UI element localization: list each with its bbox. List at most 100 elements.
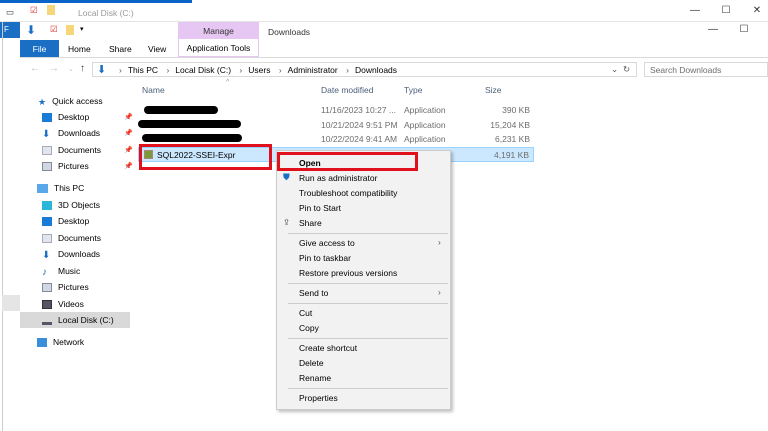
- view-tab[interactable]: View: [148, 40, 166, 54]
- column-type[interactable]: Type: [404, 85, 422, 95]
- nav-quick-pictures[interactable]: Pictures 📌: [42, 158, 133, 174]
- up-button[interactable]: ↑: [80, 63, 85, 74]
- menu-pin-to-taskbar[interactable]: Pin to taskbar: [299, 253, 351, 263]
- downloads-icon: ⬇: [42, 128, 51, 140]
- nav-network[interactable]: Network: [37, 334, 84, 350]
- address-bar[interactable]: ⬇ › This PC › Local Disk (C:) › Users › Admi…: [92, 62, 637, 77]
- file-row[interactable]: 11/16/2023 10:27 ... Application 390 KB: [138, 103, 534, 118]
- file-date: 11/16/2023 10:27 ...: [321, 105, 396, 115]
- background-file-tab[interactable]: F: [0, 22, 20, 38]
- menu-separator: [288, 283, 448, 284]
- background-minimize-button[interactable]: —: [680, 5, 710, 16]
- nav-desktop[interactable]: Desktop: [42, 213, 89, 229]
- nav-quick-access[interactable]: ★ Quick access: [38, 93, 103, 109]
- nav-videos[interactable]: Videos: [42, 296, 84, 312]
- menu-create-shortcut[interactable]: Create shortcut: [299, 343, 357, 353]
- nav-documents[interactable]: Documents: [42, 230, 101, 246]
- properties-icon: ☑: [50, 24, 58, 34]
- submenu-arrow-icon: ›: [438, 287, 441, 297]
- search-input[interactable]: Search Downloads: [644, 62, 768, 77]
- sort-ascending-icon: ^: [226, 79, 230, 86]
- documents-icon: [42, 233, 52, 243]
- nav-label: Documents: [58, 233, 101, 243]
- file-row[interactable]: 10/21/2024 9:51 PM Application 15,204 KB: [138, 118, 534, 133]
- nav-downloads[interactable]: ⬇ Downloads: [42, 246, 100, 262]
- nav-label: Pictures: [58, 161, 89, 171]
- highlight-box-open: [277, 152, 418, 171]
- breadcrumb-downloads[interactable]: Downloads: [355, 65, 397, 75]
- network-icon: [37, 337, 47, 347]
- nav-label: Quick access: [52, 96, 103, 106]
- menu-troubleshoot-compatibility[interactable]: Troubleshoot compatibility: [299, 188, 397, 198]
- nav-label: Videos: [58, 299, 84, 309]
- refresh-icon[interactable]: ↻: [623, 64, 630, 75]
- home-tab[interactable]: Home: [68, 40, 91, 54]
- pin-icon: 📌: [124, 163, 133, 170]
- menu-separator: [288, 338, 448, 339]
- pin-icon: 📌: [124, 114, 133, 121]
- nav-label: Pictures: [58, 282, 89, 292]
- background-close-button[interactable]: ✕: [742, 5, 768, 16]
- menu-rename[interactable]: Rename: [299, 373, 331, 383]
- nav-label: This PC: [54, 183, 85, 193]
- nav-label: Documents: [58, 145, 101, 155]
- nav-label: Music: [58, 266, 81, 276]
- menu-copy[interactable]: Copy: [299, 323, 319, 333]
- highlight-box-file: [139, 144, 272, 170]
- star-icon: ★: [38, 96, 47, 107]
- menu-pin-to-start[interactable]: Pin to Start: [299, 203, 341, 213]
- nav-label: Downloads: [58, 128, 101, 138]
- column-name[interactable]: Name: [142, 85, 165, 95]
- breadcrumb-local-disk[interactable]: Local Disk (C:): [175, 65, 231, 75]
- menu-properties[interactable]: Properties: [299, 393, 338, 403]
- nav-pictures[interactable]: Pictures: [42, 279, 89, 295]
- column-date-modified[interactable]: Date modified: [321, 85, 373, 95]
- nav-local-disk[interactable]: Local Disk (C:): [42, 312, 114, 328]
- context-menu: Open ⛊ Run as administrator Troubleshoot…: [276, 150, 451, 410]
- nav-this-pc[interactable]: This PC: [37, 180, 84, 196]
- application-tools-tab[interactable]: Application Tools: [178, 39, 259, 57]
- background-window-titlebar: ▭ ☑ Local Disk (C:) — ☐ ✕: [0, 0, 768, 22]
- share-tab[interactable]: Share: [109, 40, 132, 54]
- new-folder-icon: [66, 25, 74, 35]
- pin-icon: 📌: [124, 147, 133, 154]
- forward-button[interactable]: →: [49, 63, 59, 74]
- nav-quick-desktop[interactable]: Desktop 📌: [42, 109, 133, 125]
- menu-give-access-to[interactable]: Give access to: [299, 238, 355, 248]
- breadcrumb-users[interactable]: Users: [248, 65, 270, 75]
- downloads-icon: ⬇: [97, 64, 107, 76]
- menu-run-as-administrator[interactable]: Run as administrator: [299, 173, 377, 183]
- maximize-button[interactable]: ☐: [729, 24, 759, 35]
- nav-quick-documents[interactable]: Documents 📌: [42, 142, 133, 158]
- menu-separator: [288, 388, 448, 389]
- recent-locations-icon[interactable]: ⌄: [68, 65, 74, 73]
- file-type: Application: [404, 120, 446, 130]
- breadcrumb-this-pc[interactable]: This PC: [128, 65, 158, 75]
- background-maximize-button[interactable]: ☐: [711, 5, 741, 16]
- column-size[interactable]: Size: [485, 85, 502, 95]
- manage-tab[interactable]: Manage: [178, 22, 259, 39]
- menu-send-to[interactable]: Send to: [299, 288, 328, 298]
- file-date: 10/21/2024 9:51 PM: [321, 120, 398, 130]
- quick-access-toolbar-dropdown-icon[interactable]: ▾: [80, 25, 84, 33]
- nav-music[interactable]: ♪ Music: [42, 263, 80, 279]
- nav-quick-downloads[interactable]: ⬇ Downloads 📌: [42, 125, 133, 141]
- back-button[interactable]: ←: [30, 63, 40, 74]
- videos-icon: [42, 299, 52, 309]
- menu-restore-previous-versions[interactable]: Restore previous versions: [299, 268, 397, 278]
- address-dropdown-icon[interactable]: ⌄: [611, 64, 618, 75]
- folder-icon: [47, 5, 55, 15]
- menu-share[interactable]: Share: [299, 218, 322, 228]
- redacted-name: [144, 106, 218, 114]
- breadcrumb-administrator[interactable]: Administrator: [288, 65, 338, 75]
- file-tab[interactable]: File: [20, 40, 59, 57]
- menu-delete[interactable]: Delete: [299, 358, 324, 368]
- minimize-button[interactable]: —: [698, 24, 728, 35]
- nav-label: Desktop: [58, 216, 90, 226]
- desktop-icon: [42, 216, 52, 226]
- file-type: Application: [404, 105, 446, 115]
- file-size: 4,191 KB: [494, 150, 529, 160]
- nav-3d-objects[interactable]: 3D Objects: [42, 197, 100, 213]
- menu-cut[interactable]: Cut: [299, 308, 312, 318]
- documents-icon: [42, 145, 52, 155]
